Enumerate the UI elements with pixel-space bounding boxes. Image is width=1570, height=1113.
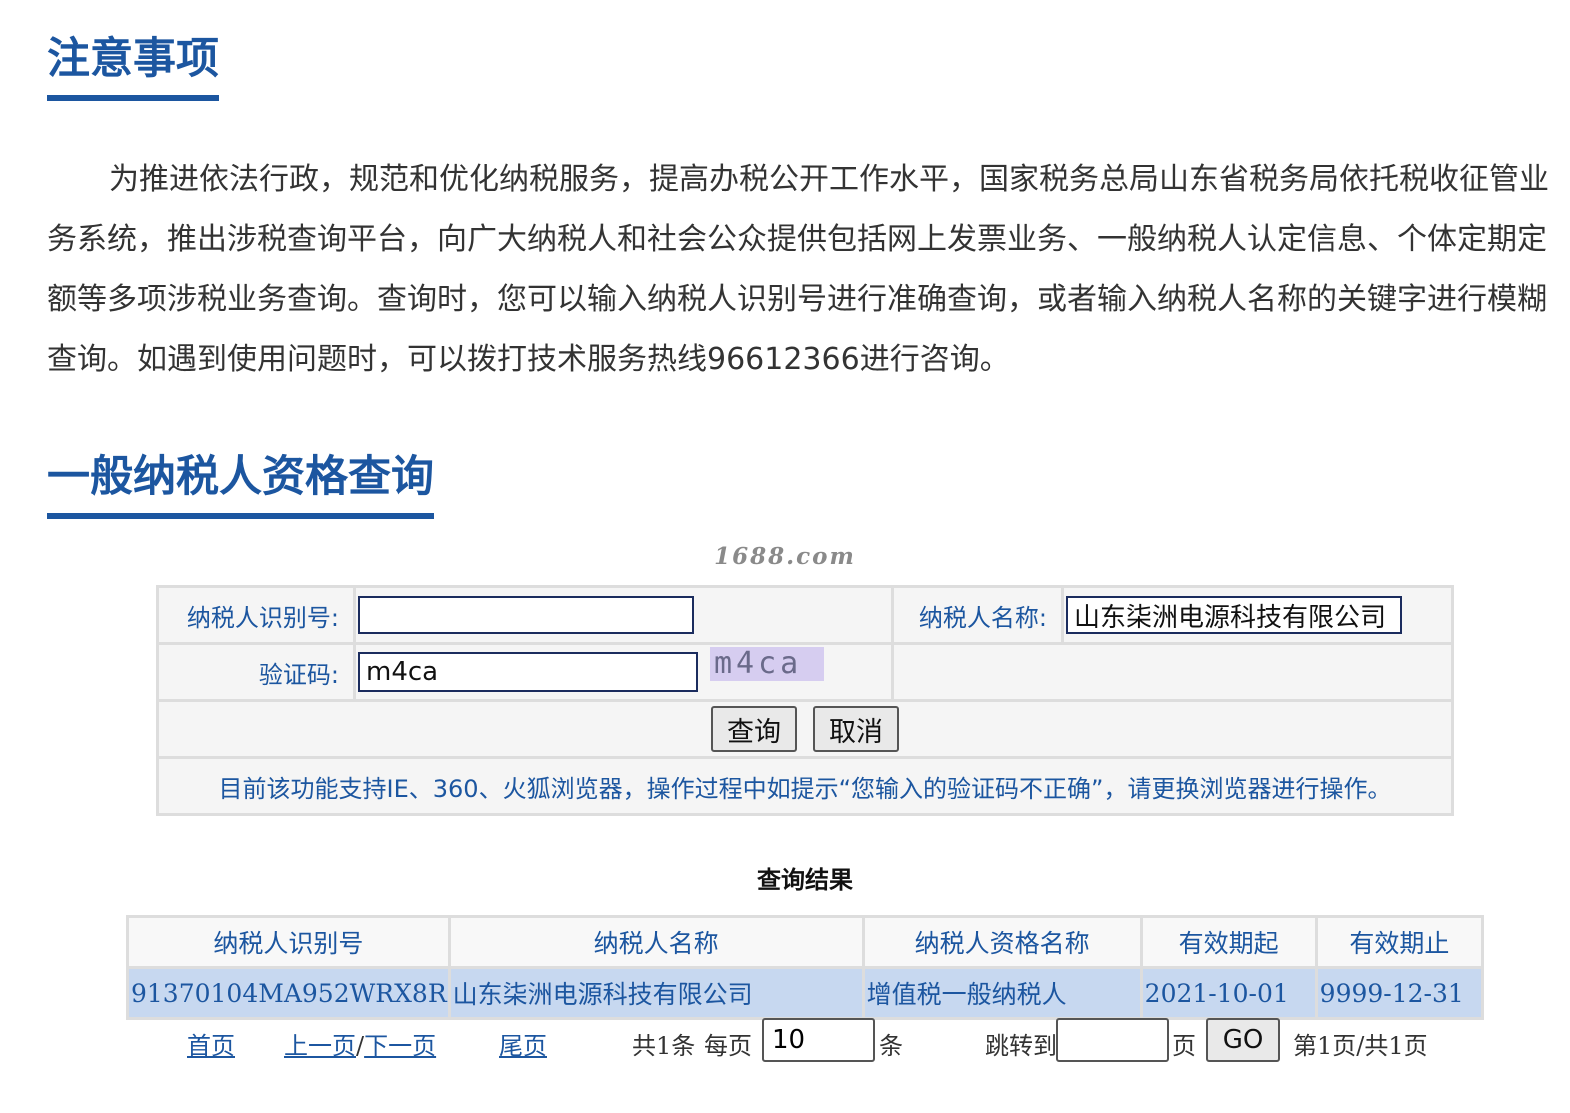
cell-valid-from: 2021-10-01 xyxy=(1139,966,1318,1020)
column-header: 纳税人识别号 xyxy=(126,915,451,969)
cell-qualification: 增值税一般纳税人 xyxy=(861,966,1143,1020)
column-header: 纳税人名称 xyxy=(447,915,865,969)
page-info: 第1页/共1页 xyxy=(1293,1032,1428,1060)
taxpayer-name-input[interactable] xyxy=(1066,596,1402,634)
cell-taxpayer-id: 91370104MA952WRX8R xyxy=(126,966,451,1020)
results-title: 查询结果 xyxy=(757,865,853,894)
notice-title: 注意事项 xyxy=(47,38,219,101)
prev-page-link[interactable]: 上一页 xyxy=(284,1032,356,1060)
taxpayer-id-cell xyxy=(353,585,894,645)
watermark: 1688.com xyxy=(714,543,856,570)
taxpayer-name-cell xyxy=(1061,585,1454,645)
captcha-label: 验证码: xyxy=(156,642,356,702)
per-page-input[interactable] xyxy=(762,1018,875,1062)
column-header: 有效期止 xyxy=(1314,915,1485,969)
browser-note: 目前该功能支持IE、360、火狐浏览器，操作过程中如提示“您输入的验证码不正确”… xyxy=(156,756,1454,816)
per-page-unit: 条 xyxy=(879,1032,903,1060)
search-button[interactable]: 查询 xyxy=(711,706,797,752)
taxpayer-name-label: 纳税人名称: xyxy=(891,585,1064,645)
cancel-button[interactable]: 取消 xyxy=(813,706,899,752)
captcha-cell: m4ca xyxy=(353,642,894,702)
cell-valid-to: 9999-12-31 xyxy=(1314,966,1485,1020)
button-row: 查询 取消 xyxy=(156,699,1454,759)
taxpayer-id-input[interactable] xyxy=(358,596,694,634)
results-table: 纳税人识别号 纳税人名称 纳税人资格名称 有效期起 有效期止 91370104M… xyxy=(126,915,1485,1020)
per-page-label: 每页 xyxy=(704,1032,752,1060)
first-page-link[interactable]: 首页 xyxy=(187,1026,235,1061)
page-unit: 页 xyxy=(1172,1032,1196,1060)
query-title: 一般纳税人资格查询 xyxy=(47,456,434,519)
prev-next-group: 上一页/下一页 xyxy=(284,1026,436,1061)
results-header-row: 纳税人识别号 纳税人名称 纳税人资格名称 有效期起 有效期止 xyxy=(126,915,1485,969)
taxpayer-id-label: 纳税人识别号: xyxy=(156,585,356,645)
total-count: 共1条 xyxy=(632,1032,696,1060)
table-row: 91370104MA952WRX8R 山东柒洲电源科技有限公司 增值税一般纳税人… xyxy=(126,966,1485,1020)
notice-text: 为推进依法行政，规范和优化纳税服务，提高办税公开工作水平，国家税务总局山东省税务… xyxy=(47,162,1549,377)
pager-separator: / xyxy=(356,1032,365,1060)
column-header: 纳税人资格名称 xyxy=(861,915,1143,969)
jump-label: 跳转到 xyxy=(985,1032,1057,1060)
jump-page-input[interactable] xyxy=(1056,1018,1169,1062)
go-button[interactable]: GO xyxy=(1206,1018,1280,1062)
empty-cell xyxy=(891,642,1454,702)
cell-taxpayer-name: 山东柒洲电源科技有限公司 xyxy=(447,966,865,1020)
captcha-image[interactable]: m4ca xyxy=(710,647,824,681)
last-page-link[interactable]: 尾页 xyxy=(499,1026,547,1061)
column-header: 有效期起 xyxy=(1139,915,1318,969)
pagination: 首页 上一页/下一页 尾页 共1条 每页 条 跳转到 页 GO 第1页/共1页 xyxy=(0,1018,1570,1062)
next-page-link[interactable]: 下一页 xyxy=(364,1032,436,1060)
captcha-input[interactable] xyxy=(358,652,698,692)
query-form: 纳税人识别号: 纳税人名称: 验证码: m4ca 查询取消 目前该功能支持IE、… xyxy=(156,585,1454,816)
